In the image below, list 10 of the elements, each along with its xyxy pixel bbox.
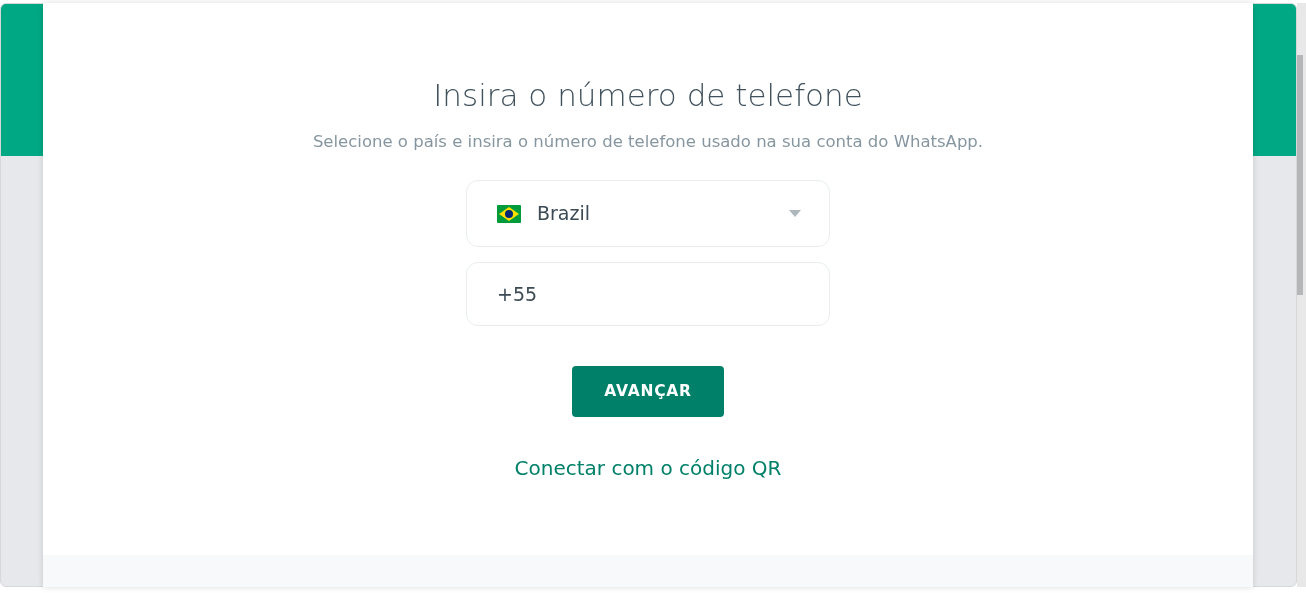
scrollbar-thumb[interactable]	[1297, 55, 1303, 295]
page-subtitle: Selecione o país e insira o número de telefone usado na sua conta do WhatsApp.	[312, 131, 984, 153]
caret-icon	[789, 210, 801, 217]
phone-input[interactable]: +55	[466, 262, 830, 326]
flag-icon	[497, 204, 521, 223]
selected-country: Brazil	[537, 201, 591, 227]
country-select[interactable]: Brazil	[466, 180, 830, 247]
next-button[interactable]: AVANÇAR	[572, 366, 724, 417]
page-heading: Insira o número de telefone	[433, 76, 863, 115]
qr-code-link[interactable]: Conectar com o código QR	[514, 453, 782, 483]
